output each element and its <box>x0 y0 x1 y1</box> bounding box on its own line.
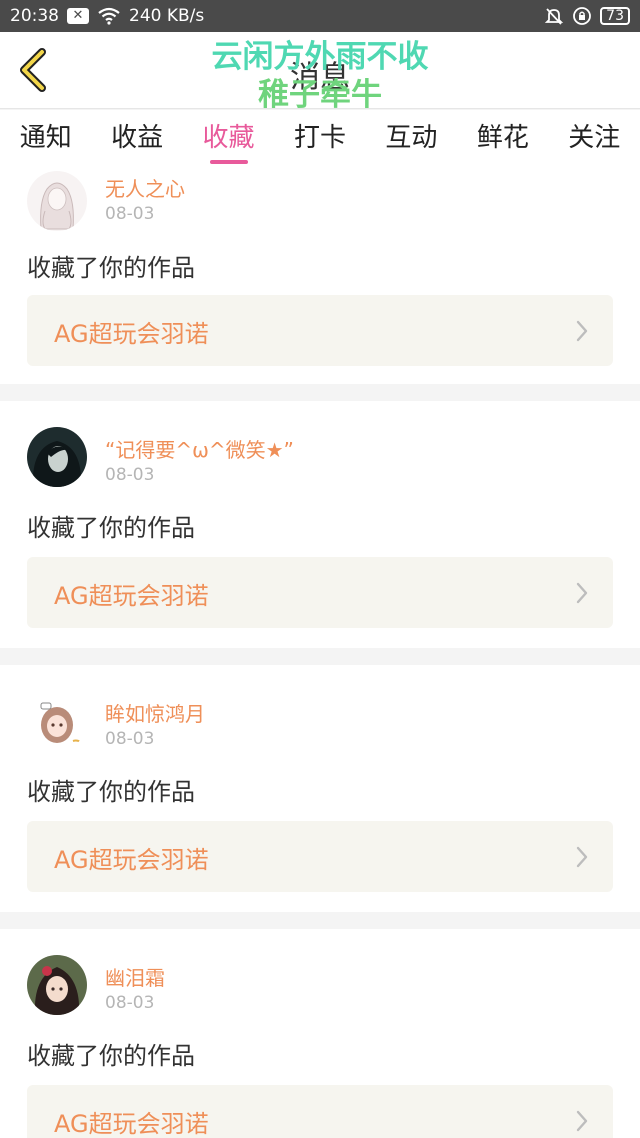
tab-interactions[interactable]: 互动 <box>381 110 441 167</box>
tab-favorites[interactable]: 收藏 <box>199 110 259 167</box>
list-item: “记得要^ω^微笑★” 08-03 收藏了你的作品 AG超玩会羽诺 <box>0 401 640 648</box>
list-item: 幽泪霜 08-03 收藏了你的作品 AG超玩会羽诺 <box>0 929 640 1138</box>
action-text: 收藏了你的作品 <box>27 778 195 806</box>
username[interactable]: “记得要^ω^微笑★” <box>105 434 294 463</box>
list-item: 无人之心 08-03 收藏了你的作品 AG超玩会羽诺 <box>0 167 640 384</box>
chevron-right-icon <box>576 846 588 868</box>
work-link[interactable]: AG超玩会羽诺 <box>27 1085 613 1138</box>
avatar[interactable] <box>27 691 87 751</box>
timestamp: 08-03 <box>105 465 155 485</box>
tab-checkin[interactable]: 打卡 <box>290 110 350 167</box>
status-time: 20:38 <box>10 6 59 26</box>
timestamp: 08-03 <box>105 204 155 224</box>
username[interactable]: 无人之心 <box>105 173 185 202</box>
tab-following[interactable]: 关注 <box>564 110 624 167</box>
work-title: AG超玩会羽诺 <box>54 320 209 348</box>
list-item: 眸如惊鸿月 08-03 收藏了你的作品 AG超玩会羽诺 <box>0 665 640 912</box>
tab-flowers[interactable]: 鲜花 <box>473 110 533 167</box>
tab-notifications[interactable]: 通知 <box>16 110 76 167</box>
bell-muted-icon <box>544 6 564 26</box>
chevron-right-icon <box>576 320 588 342</box>
work-title: AG超玩会羽诺 <box>54 846 209 874</box>
avatar[interactable] <box>27 955 87 1015</box>
network-speed: 240 KB/s <box>129 6 205 26</box>
work-title: AG超玩会羽诺 <box>54 1110 209 1138</box>
status-bar: 20:38 ✕ 240 KB/s 73 <box>0 0 640 32</box>
avatar[interactable] <box>27 427 87 487</box>
tab-earnings[interactable]: 收益 <box>107 110 167 167</box>
username[interactable]: 幽泪霜 <box>105 962 165 991</box>
rotation-lock-icon <box>572 6 592 26</box>
battery-indicator: 73 <box>600 7 630 25</box>
action-text: 收藏了你的作品 <box>27 514 195 542</box>
action-text: 收藏了你的作品 <box>27 254 195 282</box>
work-link[interactable]: AG超玩会羽诺 <box>27 821 613 892</box>
username[interactable]: 眸如惊鸿月 <box>105 698 205 727</box>
timestamp: 08-03 <box>105 729 155 749</box>
work-link[interactable]: AG超玩会羽诺 <box>27 295 613 366</box>
work-title: AG超玩会羽诺 <box>54 582 209 610</box>
favorites-feed: 无人之心 08-03 收藏了你的作品 AG超玩会羽诺 “记得要^ω^微笑★” 0… <box>0 167 640 1138</box>
wifi-icon <box>97 7 121 25</box>
work-link[interactable]: AG超玩会羽诺 <box>27 557 613 628</box>
chevron-right-icon <box>576 1110 588 1132</box>
chevron-right-icon <box>576 582 588 604</box>
tab-bar: 通知 收益 收藏 打卡 互动 鲜花 关注 <box>0 110 640 167</box>
header: 消息 云闲方外雨不收 稚子牵牛 <box>0 32 640 113</box>
close-box-icon: ✕ <box>67 8 89 24</box>
page-title: 消息 <box>290 60 350 95</box>
action-text: 收藏了你的作品 <box>27 1042 195 1070</box>
avatar[interactable] <box>27 171 87 231</box>
timestamp: 08-03 <box>105 993 155 1013</box>
